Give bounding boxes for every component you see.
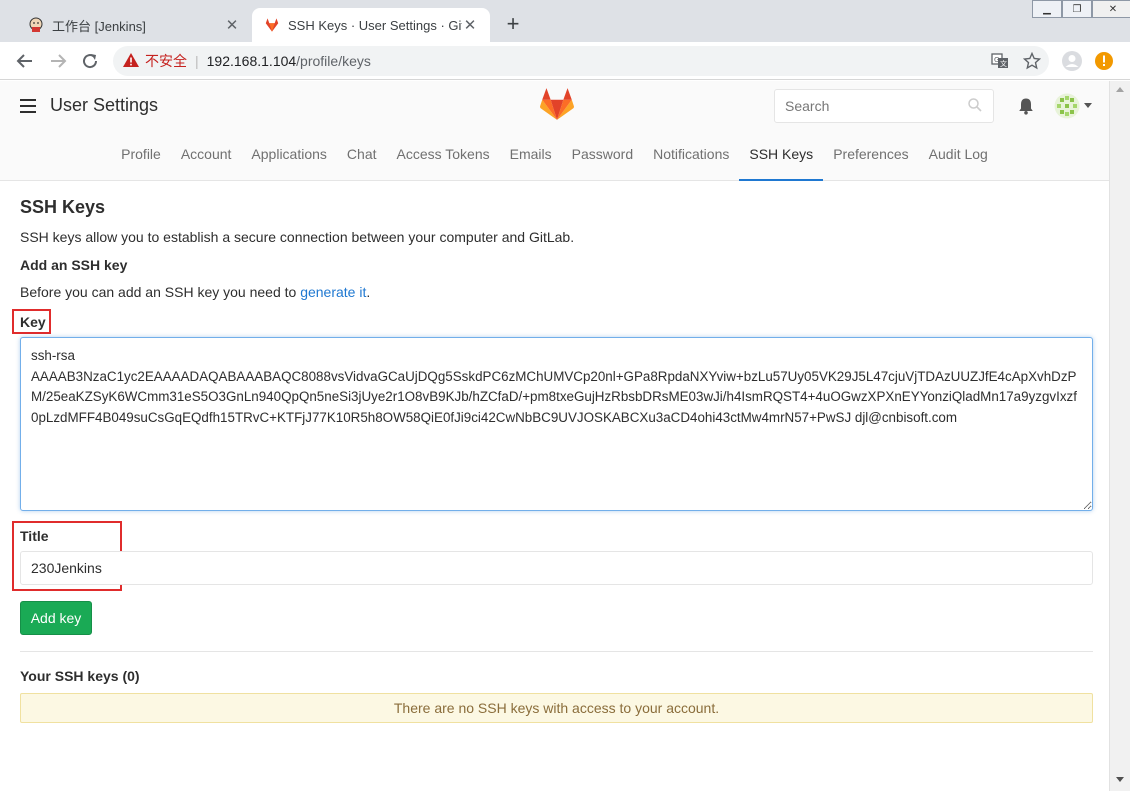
your-keys-heading: Your SSH keys (0) (20, 668, 140, 684)
bookmark-star-icon[interactable] (1022, 51, 1042, 73)
instruction-prefix: Before you can add an SSH key you need t… (20, 284, 301, 300)
tab-emails[interactable]: Emails (500, 137, 562, 181)
instruction-text: Before you can add an SSH key you need t… (20, 284, 370, 300)
gitlab-header: User Settings Profile Account App (0, 81, 1109, 181)
hamburger-menu-icon[interactable] (20, 99, 36, 113)
gitlab-logo-icon[interactable] (538, 85, 576, 126)
scroll-up-icon[interactable] (1110, 81, 1130, 98)
settings-nav: Profile Account Applications Chat Access… (0, 137, 1109, 181)
tab-account[interactable]: Account (171, 137, 242, 181)
page-description: SSH keys allow you to establish a secure… (20, 229, 575, 245)
add-key-heading: Add an SSH key (20, 257, 128, 273)
update-alert-icon[interactable] (1094, 51, 1114, 74)
page-context-title: User Settings (50, 95, 159, 115)
tab-applications[interactable]: Applications (241, 137, 337, 181)
not-secure-label: 不安全 (145, 53, 187, 69)
add-key-button[interactable]: Add key (20, 601, 92, 635)
address-bar[interactable]: 不安全 | 192.168.1.104/profile/keys (113, 46, 1049, 76)
profile-icon[interactable] (1061, 50, 1083, 75)
tab-preferences[interactable]: Preferences (823, 137, 918, 181)
close-tab-icon[interactable]: ✕ (462, 16, 478, 34)
svg-text:文: 文 (1000, 59, 1007, 68)
browser-tab-gitlab[interactable]: SSH Keys · User Settings · GitLab ✕ (252, 8, 490, 42)
title-label: Title (20, 528, 49, 544)
tab-notifications[interactable]: Notifications (643, 137, 739, 181)
tab-ssh-keys[interactable]: SSH Keys (739, 137, 824, 181)
notifications-bell-icon[interactable] (1017, 97, 1035, 118)
tab-profile[interactable]: Profile (111, 137, 171, 181)
generate-it-link[interactable]: generate it (300, 284, 366, 300)
empty-keys-message: There are no SSH keys with access to you… (20, 693, 1093, 723)
scroll-down-icon[interactable] (1110, 771, 1130, 788)
user-avatar[interactable] (1054, 93, 1080, 119)
warning-icon (123, 52, 139, 70)
url-path: /profile/keys (296, 53, 371, 69)
minimize-icon[interactable]: ▁ (1032, 0, 1062, 18)
browser-tab-jenkins[interactable]: 工作台 [Jenkins] ✕ (16, 8, 252, 42)
page-title: SSH Keys (20, 197, 106, 217)
tab-access-tokens[interactable]: Access Tokens (387, 137, 500, 181)
svg-text:G: G (994, 56, 999, 64)
chevron-down-icon[interactable] (1084, 103, 1092, 108)
browser-toolbar: 不安全 | 192.168.1.104/profile/keys G文 (0, 42, 1130, 80)
tab-chat[interactable]: Chat (337, 137, 387, 181)
tab-title: 工作台 [Jenkins] (52, 18, 146, 34)
browser-tab-bar: 工作台 [Jenkins] ✕ SSH Keys · User Settings… (0, 0, 1130, 42)
instruction-suffix: . (366, 284, 371, 300)
translate-icon[interactable]: G文 (991, 52, 1009, 73)
back-icon[interactable] (14, 50, 36, 72)
new-tab-icon[interactable]: + (502, 13, 524, 36)
key-label: Key (20, 314, 46, 330)
maximize-icon[interactable]: ❐ (1062, 0, 1092, 18)
reload-icon[interactable] (79, 50, 101, 72)
window-controls: ▁ ❐ ✕ (1032, 0, 1130, 20)
url-host: 192.168.1.104 (206, 53, 297, 69)
tab-audit-log[interactable]: Audit Log (919, 137, 998, 181)
window-close-icon[interactable]: ✕ (1092, 0, 1130, 18)
section-divider (20, 651, 1093, 652)
jenkins-favicon-icon (28, 17, 44, 33)
gitlab-favicon-icon (264, 17, 280, 33)
tab-password[interactable]: Password (562, 137, 643, 181)
key-textarea[interactable]: ssh-rsa AAAAB3NzaC1yc2EAAAADAQABAAABAQC8… (20, 337, 1093, 511)
title-input[interactable] (20, 551, 1093, 585)
forward-icon[interactable] (47, 50, 69, 72)
page-scrollbar[interactable] (1109, 81, 1130, 791)
close-tab-icon[interactable]: ✕ (224, 16, 240, 34)
search-input[interactable] (774, 89, 994, 123)
search-icon (968, 98, 982, 115)
tab-title: SSH Keys · User Settings · GitLab (288, 17, 462, 33)
address-separator: | (195, 53, 199, 69)
